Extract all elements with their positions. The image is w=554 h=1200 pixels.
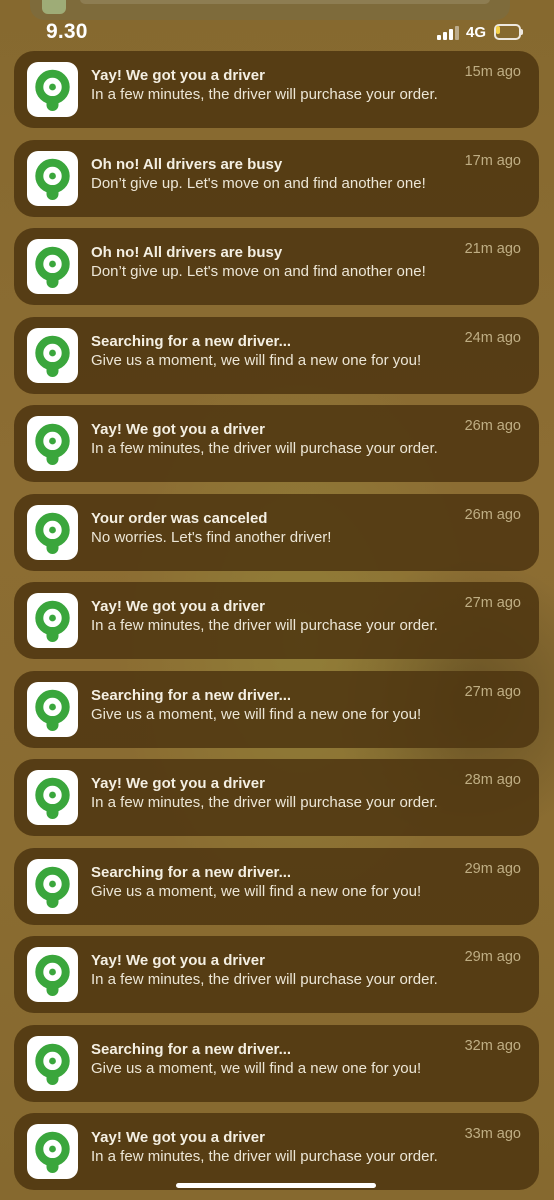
- notification-body: In a few minutes, the driver will purcha…: [91, 86, 438, 103]
- notification-title: Oh no! All drivers are busy: [91, 156, 283, 173]
- notification-card[interactable]: Yay! We got you a driver In a few minute…: [14, 582, 539, 659]
- notification-title: Yay! We got you a driver: [91, 67, 265, 84]
- notification-body: Don’t give up. Let's move on and find an…: [91, 175, 426, 192]
- notification-time: 21m ago: [464, 241, 521, 257]
- gojek-ring-icon: [35, 1043, 70, 1085]
- app-icon: [27, 1036, 78, 1091]
- notification-time: 29m ago: [464, 861, 521, 877]
- notification-time: 33m ago: [464, 1126, 521, 1142]
- notification-title: Yay! We got you a driver: [91, 598, 265, 615]
- notification-time: 29m ago: [464, 949, 521, 965]
- notification-time: 26m ago: [464, 507, 521, 523]
- notification-title: Your order was canceled: [91, 510, 268, 527]
- gojek-ring-icon: [35, 954, 70, 996]
- gojek-ring-icon: [35, 423, 70, 465]
- notification-body: Don’t give up. Let's move on and find an…: [91, 263, 426, 280]
- notification-card[interactable]: Searching for a new driver... Give us a …: [14, 671, 539, 748]
- notification-time: 28m ago: [464, 772, 521, 788]
- notification-title: Searching for a new driver...: [91, 864, 292, 881]
- gojek-ring-icon: [35, 69, 70, 111]
- notification-card[interactable]: Yay! We got you a driver In a few minute…: [14, 405, 539, 482]
- notification-body: In a few minutes, the driver will purcha…: [91, 794, 438, 811]
- app-icon: [27, 593, 78, 648]
- notification-body: Give us a moment, we will find a new one…: [91, 352, 422, 369]
- app-icon: [27, 239, 78, 294]
- status-bar: 9.30 4G: [0, 0, 554, 50]
- notification-card[interactable]: Searching for a new driver... Give us a …: [14, 317, 539, 394]
- notification-card[interactable]: Yay! We got you a driver In a few minute…: [14, 1113, 539, 1190]
- notification-title: Searching for a new driver...: [91, 687, 292, 704]
- app-icon: [27, 151, 78, 206]
- notification-card[interactable]: Your order was canceled No worries. Let'…: [14, 494, 539, 571]
- notification-body: In a few minutes, the driver will purcha…: [91, 1148, 438, 1165]
- gojek-ring-icon: [35, 866, 70, 908]
- notification-card[interactable]: Searching for a new driver... Give us a …: [14, 848, 539, 925]
- notification-card[interactable]: Yay! We got you a driver In a few minute…: [14, 936, 539, 1013]
- notification-body: Give us a moment, we will find a new one…: [91, 706, 422, 723]
- notification-title: Oh no! All drivers are busy: [91, 244, 283, 261]
- gojek-ring-icon: [35, 689, 70, 731]
- notification-time: 32m ago: [464, 1038, 521, 1054]
- notification-body: In a few minutes, the driver will purcha…: [91, 971, 438, 988]
- notification-title: Yay! We got you a driver: [91, 1129, 265, 1146]
- app-icon: [27, 947, 78, 1002]
- notification-text-blur: [80, 0, 490, 4]
- gojek-ring-icon: [35, 512, 70, 554]
- notification-card[interactable]: Oh no! All drivers are busy Don’t give u…: [14, 140, 539, 217]
- notification-time: 15m ago: [464, 64, 521, 80]
- battery-icon: [494, 24, 523, 40]
- notification-body: In a few minutes, the driver will purcha…: [91, 617, 438, 634]
- gojek-ring-icon: [35, 600, 70, 642]
- notification-title: Yay! We got you a driver: [91, 421, 265, 438]
- notification-title: Yay! We got you a driver: [91, 952, 265, 969]
- network-type: 4G: [466, 24, 487, 41]
- notification-time: 27m ago: [464, 595, 521, 611]
- notification-body: No worries. Let's find another driver!: [91, 529, 332, 546]
- notification-title: Yay! We got you a driver: [91, 775, 265, 792]
- app-icon: [27, 859, 78, 914]
- app-icon: [27, 328, 78, 383]
- home-indicator[interactable]: [176, 1183, 376, 1188]
- notification-card[interactable]: Yay! We got you a driver In a few minute…: [14, 759, 539, 836]
- app-icon: [42, 0, 66, 14]
- app-icon: [27, 682, 78, 737]
- partially-hidden-notification[interactable]: [30, 0, 510, 20]
- app-icon: [27, 505, 78, 560]
- notification-time: 17m ago: [464, 153, 521, 169]
- notification-body: Give us a moment, we will find a new one…: [91, 883, 422, 900]
- battery-level-fill: [496, 26, 500, 34]
- cellular-signal-icon: [437, 25, 459, 40]
- app-icon: [27, 1124, 78, 1179]
- gojek-ring-icon: [35, 1131, 70, 1173]
- notification-time: 26m ago: [464, 418, 521, 434]
- notification-title: Searching for a new driver...: [91, 333, 292, 350]
- notification-time: 24m ago: [464, 330, 521, 346]
- notification-title: Searching for a new driver...: [91, 1041, 292, 1058]
- app-icon: [27, 416, 78, 471]
- gojek-ring-icon: [35, 246, 70, 288]
- notification-time: 27m ago: [464, 684, 521, 700]
- app-icon: [27, 770, 78, 825]
- gojek-ring-icon: [35, 158, 70, 200]
- notification-card[interactable]: Searching for a new driver... Give us a …: [14, 1025, 539, 1102]
- notification-card[interactable]: Oh no! All drivers are busy Don’t give u…: [14, 228, 539, 305]
- app-icon: [27, 62, 78, 117]
- gojek-ring-icon: [35, 777, 70, 819]
- gojek-ring-icon: [35, 335, 70, 377]
- notification-card[interactable]: Yay! We got you a driver In a few minute…: [14, 51, 539, 128]
- notification-body: In a few minutes, the driver will purcha…: [91, 440, 438, 457]
- status-time: 9.30: [46, 20, 88, 43]
- notification-body: Give us a moment, we will find a new one…: [91, 1060, 422, 1077]
